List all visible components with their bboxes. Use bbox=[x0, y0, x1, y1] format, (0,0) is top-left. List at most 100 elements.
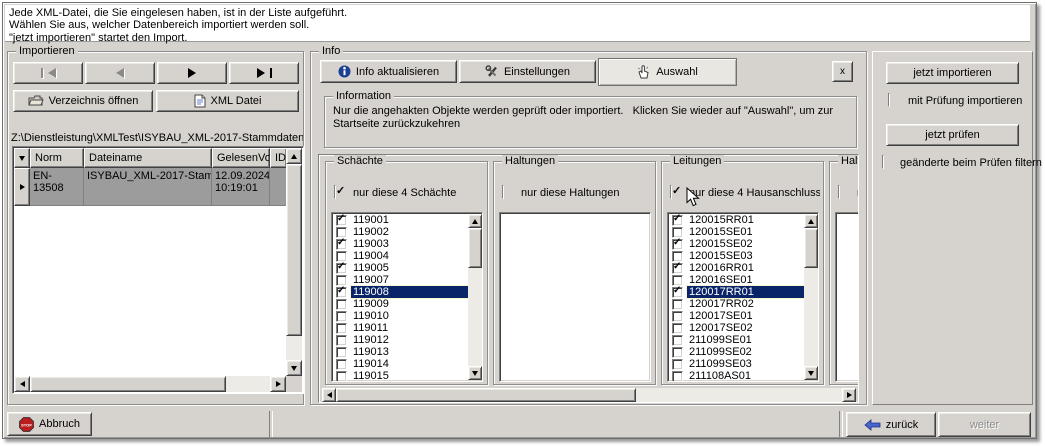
checkbox-icon[interactable] bbox=[672, 322, 683, 334]
haltungen2-list[interactable] bbox=[835, 212, 858, 382]
table-filter-header[interactable] bbox=[14, 148, 30, 168]
checkbox-icon[interactable] bbox=[672, 213, 683, 226]
scroll-down-icon[interactable] bbox=[468, 366, 482, 380]
list-item[interactable]: 119002 bbox=[334, 226, 480, 238]
scroll-down-icon[interactable] bbox=[804, 366, 818, 380]
nav-first-button[interactable] bbox=[13, 62, 83, 84]
scroll-right-icon[interactable] bbox=[270, 376, 286, 392]
checkbox-icon[interactable] bbox=[336, 298, 347, 310]
scroll-up-icon[interactable] bbox=[286, 148, 302, 164]
list-item[interactable]: 119012 bbox=[334, 334, 480, 346]
tab-auswahl[interactable]: Auswahl bbox=[598, 58, 737, 86]
checkbox-icon[interactable] bbox=[336, 346, 347, 358]
table-vertical-scrollbar[interactable] bbox=[286, 148, 302, 376]
leitungen-scrollbar[interactable] bbox=[804, 214, 818, 380]
checkbox-icon[interactable] bbox=[672, 334, 683, 346]
checkbox-icon[interactable] bbox=[336, 310, 347, 322]
list-item[interactable]: 120017SE02 bbox=[670, 322, 816, 334]
checkbox-icon[interactable] bbox=[672, 285, 683, 298]
checkbox-icon[interactable] bbox=[336, 213, 347, 226]
haltungen-filter-checkbox[interactable] bbox=[502, 185, 504, 199]
list-item[interactable]: 211099SE03 bbox=[670, 358, 816, 370]
leitungen-list[interactable]: 120015RR01120015SE01120015SE02120015SE03… bbox=[667, 212, 819, 382]
checkbox-icon[interactable] bbox=[336, 237, 347, 250]
scroll-up-icon[interactable] bbox=[804, 214, 818, 228]
column-header-id[interactable]: ID bbox=[270, 148, 287, 168]
column-header-dateiname[interactable]: Dateiname bbox=[84, 148, 212, 168]
scrollbar-thumb[interactable] bbox=[804, 228, 818, 268]
leitungen-filter-checkbox[interactable] bbox=[670, 185, 672, 199]
back-button[interactable]: zurück bbox=[846, 412, 936, 437]
filter-changed-checkbox[interactable] bbox=[882, 155, 884, 169]
xml-file-button[interactable]: XML Datei bbox=[156, 90, 299, 112]
checkbox-icon[interactable] bbox=[672, 298, 683, 310]
close-info-button[interactable]: x bbox=[832, 61, 853, 82]
list-item[interactable]: 119015 bbox=[334, 370, 480, 381]
list-item[interactable]: 211108AS01 bbox=[670, 370, 816, 381]
checkbox-icon[interactable] bbox=[336, 358, 347, 370]
haltungen-list[interactable] bbox=[499, 212, 651, 382]
list-item[interactable]: 119004 bbox=[334, 250, 480, 262]
schaechte-filter-checkbox[interactable] bbox=[334, 185, 336, 199]
scrollbar-thumb[interactable] bbox=[468, 228, 482, 268]
list-item[interactable]: 120016SE01 bbox=[670, 274, 816, 286]
list-item[interactable]: 120017RR01 bbox=[670, 285, 817, 299]
list-item[interactable]: 119014 bbox=[334, 358, 480, 370]
checkbox-icon[interactable] bbox=[672, 261, 683, 274]
import-with-check-checkbox[interactable] bbox=[888, 93, 890, 107]
column-header-gelesenvon[interactable]: GelesenVon bbox=[212, 148, 270, 168]
list-item[interactable]: 120017SE01 bbox=[670, 310, 816, 322]
tab-info-aktualisieren[interactable]: Info aktualisieren bbox=[320, 60, 457, 83]
check-now-button[interactable]: jetzt prüfen bbox=[886, 124, 1019, 146]
nav-next-button[interactable] bbox=[157, 62, 227, 84]
haltungen2-filter-checkbox[interactable] bbox=[838, 185, 840, 199]
nav-last-button[interactable] bbox=[229, 62, 299, 84]
import-now-button[interactable]: jetzt importieren bbox=[886, 62, 1019, 84]
scroll-up-icon[interactable] bbox=[468, 214, 482, 228]
open-directory-button[interactable]: Verzeichnis öffnen bbox=[13, 90, 153, 112]
tab-einstellungen[interactable]: Einstellungen bbox=[459, 60, 596, 83]
list-item[interactable]: 119005 bbox=[334, 261, 480, 274]
checkbox-icon[interactable] bbox=[672, 370, 683, 381]
checkbox-icon[interactable] bbox=[672, 358, 683, 370]
list-item[interactable]: 120015SE02 bbox=[670, 237, 816, 250]
list-item[interactable]: 211099SE01 bbox=[670, 334, 816, 346]
list-item[interactable]: 119008 bbox=[334, 285, 481, 299]
list-item[interactable]: 119010 bbox=[334, 310, 480, 322]
list-item[interactable]: 120017RR02 bbox=[670, 298, 816, 310]
next-button[interactable]: weiter bbox=[938, 412, 1031, 437]
list-item[interactable]: 120015RR01 bbox=[670, 213, 816, 226]
list-item[interactable]: 120015SE01 bbox=[670, 226, 816, 238]
file-table[interactable]: Norm Dateiname GelesenVon ID EN-13508 IS… bbox=[12, 146, 304, 394]
scroll-down-icon[interactable] bbox=[286, 360, 302, 376]
scroll-right-icon[interactable] bbox=[842, 388, 856, 402]
nav-prev-button[interactable] bbox=[85, 62, 155, 84]
list-item[interactable]: 119009 bbox=[334, 298, 480, 310]
scrollbar-thumb[interactable] bbox=[286, 164, 302, 336]
list-item[interactable]: 119001 bbox=[334, 213, 480, 226]
scroll-left-icon[interactable] bbox=[14, 376, 30, 392]
list-item[interactable]: 120015SE03 bbox=[670, 250, 816, 262]
scrollbar-thumb[interactable] bbox=[336, 388, 636, 402]
scroll-left-icon[interactable] bbox=[322, 388, 336, 402]
list-item[interactable]: 119011 bbox=[334, 322, 480, 334]
scrollbar-thumb[interactable] bbox=[30, 376, 226, 392]
checkbox-icon[interactable] bbox=[336, 370, 347, 381]
table-horizontal-scrollbar[interactable] bbox=[14, 376, 286, 392]
list-item[interactable]: 119003 bbox=[334, 237, 480, 250]
list-item[interactable]: 120016RR01 bbox=[670, 261, 816, 274]
checkbox-icon[interactable] bbox=[672, 310, 683, 322]
checkbox-icon[interactable] bbox=[336, 285, 347, 298]
schaechte-scrollbar[interactable] bbox=[468, 214, 482, 380]
list-item[interactable]: 119007 bbox=[334, 274, 480, 286]
abort-button[interactable]: STOP Abbruch bbox=[7, 412, 92, 436]
checkbox-icon[interactable] bbox=[672, 346, 683, 358]
checkbox-icon[interactable] bbox=[336, 334, 347, 346]
selection-horizontal-scrollbar[interactable] bbox=[322, 388, 856, 402]
schaechte-list[interactable]: 1190011190021190031190041190051190071190… bbox=[331, 212, 483, 382]
list-item[interactable]: 211099SE02 bbox=[670, 346, 816, 358]
checkbox-icon[interactable] bbox=[336, 261, 347, 274]
checkbox-icon[interactable] bbox=[336, 322, 347, 334]
column-header-norm[interactable]: Norm bbox=[30, 148, 84, 168]
checkbox-icon[interactable] bbox=[672, 237, 683, 250]
